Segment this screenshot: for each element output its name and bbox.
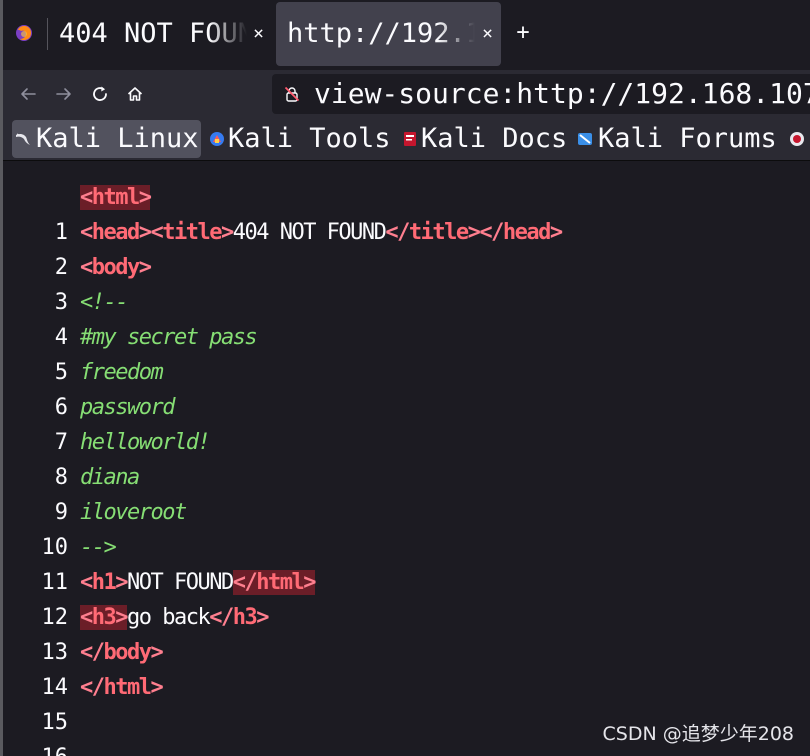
source-line: 1 <html> xyxy=(3,180,810,245)
bookmark-kali-tools[interactable]: Kali Tools xyxy=(206,120,391,158)
bookmark-overflow[interactable] xyxy=(787,120,810,158)
bookmark-label: Kali Tools xyxy=(228,123,391,154)
line-content: <head><title>404 NOT FOUND</title></head… xyxy=(80,220,563,245)
line-content: </body> xyxy=(80,640,164,665)
new-tab-button[interactable]: + xyxy=(511,17,535,49)
arrow-right-icon xyxy=(56,88,71,100)
comment-line: password xyxy=(80,395,175,420)
title-text: 404 NOT FOUND xyxy=(232,220,387,245)
watermark: CSDN @追梦少年208 xyxy=(602,723,794,745)
back-button[interactable] xyxy=(16,82,40,106)
comment-close: --> xyxy=(80,535,117,560)
h1-text: NOT FOUND xyxy=(127,570,234,595)
source-line: 13 <h3>go back</h3> xyxy=(3,600,810,665)
kali-docs-icon xyxy=(404,132,416,146)
kali-bugtracker-icon xyxy=(790,132,804,146)
navigation-toolbar: view-source:http://192.168.107 xyxy=(3,70,810,118)
source-line: 11 --> xyxy=(3,530,810,595)
tab-title: http://192.168.107 xyxy=(287,18,475,49)
bookmark-kali-linux[interactable]: Kali Linux xyxy=(12,120,201,158)
source-line: 15 </html> xyxy=(3,670,810,735)
kali-forums-icon xyxy=(578,133,592,145)
line-content: <h1>NOT FOUND</html> xyxy=(80,570,316,595)
bookmark-kali-forums[interactable]: Kali Forums xyxy=(576,120,781,158)
comment-line: diana xyxy=(80,465,140,490)
bookmark-label: Kali Docs xyxy=(421,123,568,154)
url-text: view-source:http://192.168.107 xyxy=(314,77,810,110)
tab-view-source[interactable]: http://192.168.107 × xyxy=(276,2,501,66)
tab-title: 404 NOT FOUND xyxy=(59,18,247,49)
reload-icon xyxy=(93,86,107,101)
line-content: <h3>go back</h3> xyxy=(80,605,269,630)
comment-line: helloworld! xyxy=(80,430,211,455)
source-line: 14 </body> xyxy=(3,635,810,700)
source-line: 2 <head><title>404 NOT FOUND</title></he… xyxy=(3,215,810,280)
bookmark-kali-docs[interactable]: Kali Docs xyxy=(399,120,571,158)
comment-line: iloveroot xyxy=(80,500,187,525)
source-view: 1 <html> 2 <head><title>404 NOT FOUND</t… xyxy=(3,161,810,756)
kali-tools-icon xyxy=(210,132,224,146)
source-line: 6 freedom xyxy=(3,355,810,420)
close-icon[interactable]: × xyxy=(253,2,264,66)
comment-line: freedom xyxy=(80,360,164,385)
kali-dragon-icon xyxy=(16,133,30,145)
line-number: 16 xyxy=(3,740,69,756)
forward-button[interactable] xyxy=(52,82,76,106)
url-bar[interactable]: view-source:http://192.168.107 xyxy=(272,74,810,114)
home-button[interactable] xyxy=(123,82,147,106)
line-content: <body> xyxy=(80,255,152,280)
comment-line: #my secret pass xyxy=(80,325,258,350)
h3-text: go back xyxy=(127,605,211,630)
insecure-lock-icon[interactable] xyxy=(284,86,300,102)
source-line: 4 <!-- xyxy=(3,285,810,350)
bookmarks-toolbar: Kali Linux Kali Tools Kali Docs Kali For… xyxy=(3,118,810,161)
source-line: 9 diana xyxy=(3,460,810,525)
tab-strip: 404 NOT FOUND × http://192.168.107 × + xyxy=(3,0,810,70)
line-content: <html> xyxy=(80,185,152,210)
firefox-icon[interactable] xyxy=(15,24,33,42)
source-line: 3 <body> xyxy=(3,250,810,315)
reload-button[interactable] xyxy=(88,82,112,106)
bookmark-label: Kali Linux xyxy=(36,123,199,154)
source-line: 10 iloveroot xyxy=(3,495,810,560)
line-content: </html> xyxy=(80,675,164,700)
comment-open: <!-- xyxy=(80,290,128,315)
source-line: 12 <h1>NOT FOUND</html> xyxy=(3,565,810,630)
source-line: 7 password xyxy=(3,390,810,455)
source-line: 8 helloworld! xyxy=(3,425,810,490)
home-icon xyxy=(127,87,143,101)
close-icon[interactable]: × xyxy=(482,2,493,66)
arrow-left-icon xyxy=(21,88,36,100)
tab-404-not-found[interactable]: 404 NOT FOUND × xyxy=(48,2,272,66)
source-line: 5 #my secret pass xyxy=(3,320,810,385)
bookmark-label: Kali Forums xyxy=(598,123,777,154)
